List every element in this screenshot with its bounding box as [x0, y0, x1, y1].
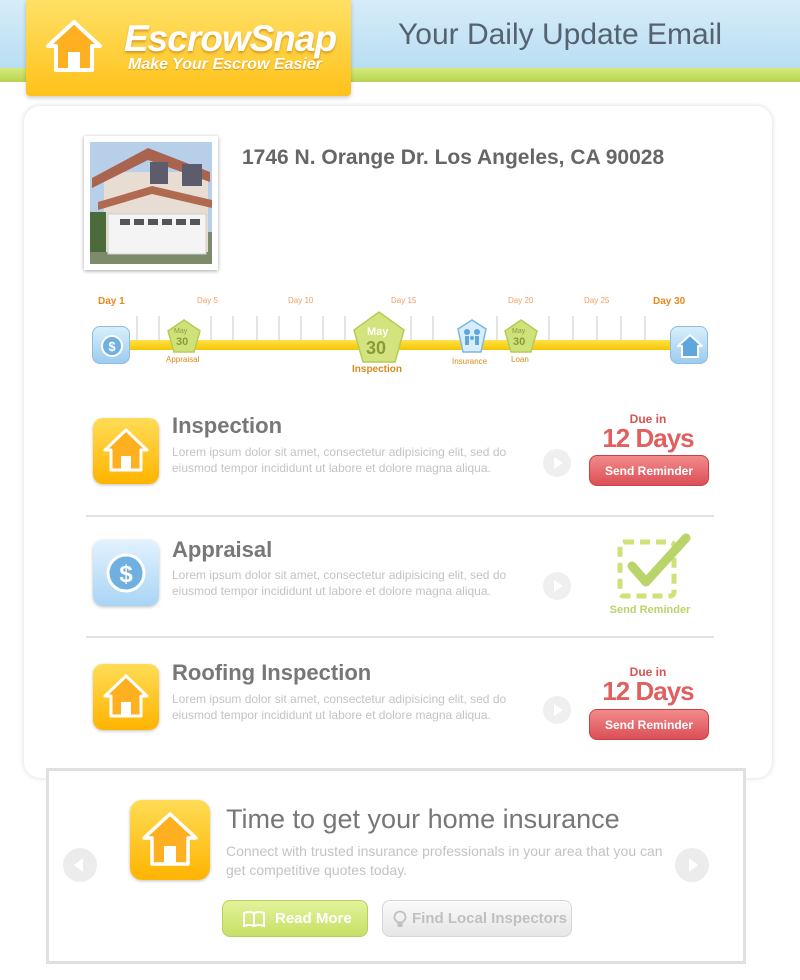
marker-label: Insurance [452, 357, 488, 366]
svg-text:$: $ [119, 561, 133, 588]
find-local-inspectors-label: Find Local Inspectors [412, 910, 568, 927]
send-reminder-button[interactable]: Send Reminder [589, 455, 709, 486]
property-photo[interactable] [84, 136, 218, 270]
timeline-day-label: Day 25 [584, 296, 610, 305]
logo[interactable]: EscrowSnap Make Your Escrow Easier [26, 0, 351, 96]
checkmark-done-icon [617, 533, 691, 599]
page-title: Your Daily Update Email [398, 18, 723, 51]
task-icon [93, 664, 159, 730]
home-icon [142, 812, 198, 866]
due-value: 12 Days [602, 676, 694, 706]
divider [86, 515, 714, 517]
read-more-label: Read More [275, 910, 352, 927]
promo-description: Connect with trusted insurance professio… [226, 843, 663, 878]
marker-month: May [512, 328, 526, 335]
book-icon [243, 911, 265, 928]
timeline-day-label: Day 1 [98, 296, 125, 307]
lightbulb-icon [393, 910, 407, 927]
dollar-coin-icon: $ [101, 335, 123, 357]
logo-title: EscrowSnap [124, 18, 337, 59]
marker-label: Inspection [352, 364, 403, 375]
divider [86, 636, 714, 638]
promo-icon [130, 800, 210, 880]
task-description: Lorem ipsum dolor sit amet, consectetur … [172, 568, 507, 598]
promo-title: Time to get your home insurance [226, 804, 620, 834]
promo-next-button[interactable] [675, 848, 709, 882]
timeline-day-label: Day 15 [391, 296, 417, 305]
task-details-button[interactable] [543, 696, 571, 724]
marker-day: 30 [366, 338, 387, 358]
timeline-day-label: Day 10 [288, 296, 314, 305]
timeline-start-button[interactable]: $ [92, 326, 130, 364]
reminder-sent-label: Send Reminder [609, 604, 691, 616]
read-more-button[interactable]: Read More [222, 900, 368, 937]
task-icon: $ [93, 540, 159, 606]
task-details-button[interactable] [543, 449, 571, 477]
task-title: Inspection [172, 413, 283, 438]
promo-prev-button[interactable] [63, 848, 97, 882]
task-description: Lorem ipsum dolor sit amet, consectetur … [172, 445, 507, 475]
task-title: Roofing Inspection [172, 660, 372, 685]
property-address: 1746 N. Orange Dr. Los Angeles, CA 90028 [242, 146, 665, 169]
marker-month: May [367, 326, 389, 338]
svg-text:$: $ [108, 339, 116, 354]
family-shield-icon [457, 319, 487, 353]
task-description: Lorem ipsum dolor sit amet, consectetur … [172, 692, 507, 722]
marker-label: Appraisal [166, 355, 200, 364]
send-reminder-button[interactable]: Send Reminder [589, 709, 709, 740]
home-icon [103, 428, 149, 472]
timeline-day-label: Day 30 [653, 296, 686, 307]
task-title: Appraisal [172, 537, 273, 562]
task-details-button[interactable] [543, 572, 571, 600]
task-icon [93, 418, 159, 484]
home-icon [677, 334, 703, 358]
logo-tagline: Make Your Escrow Easier [128, 56, 322, 73]
marker-month: May [174, 328, 188, 335]
due-value: 12 Days [602, 423, 694, 453]
dollar-coin-icon: $ [106, 553, 146, 593]
timeline-day-label: Day 5 [197, 296, 218, 305]
timeline-end-button[interactable] [670, 326, 708, 364]
timeline-day-label: Day 20 [508, 296, 534, 305]
marker-label: Loan [511, 355, 529, 364]
marker-day: 30 [176, 336, 189, 348]
find-local-inspectors-button[interactable]: Find Local Inspectors [382, 900, 572, 937]
timeline-marker-insurance[interactable] [456, 318, 488, 359]
house-photo-icon [90, 142, 212, 264]
home-icon [103, 674, 149, 718]
home-icon [46, 20, 102, 72]
marker-day: 30 [513, 336, 526, 348]
